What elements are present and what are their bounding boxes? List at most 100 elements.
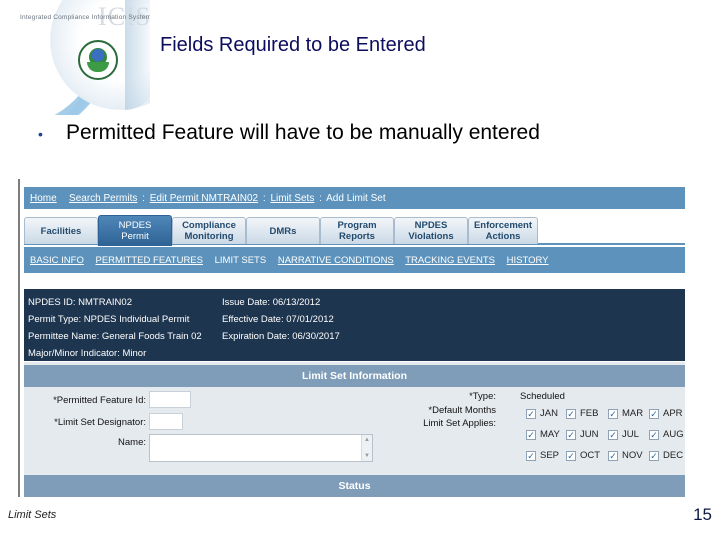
breadcrumb-limit-sets[interactable]: Limit Sets — [270, 193, 314, 204]
checkbox-checked-icon[interactable]: ✓ — [566, 429, 576, 440]
tab-facilities[interactable]: Facilities — [24, 217, 98, 244]
month-checkbox-apr[interactable]: ✓ APR — [649, 408, 683, 419]
month-checkbox-dec[interactable]: ✓ DEC — [649, 450, 683, 461]
permit-type: Permit Type: NPDES Individual Permit — [28, 314, 190, 325]
permit-subnav: BASIC INFO PERMITTED FEATURES LIMIT SETS… — [24, 247, 685, 273]
month-label: JUL — [622, 429, 639, 440]
checkbox-checked-icon[interactable]: ✓ — [649, 429, 659, 440]
limit-set-designator-input[interactable] — [149, 413, 183, 430]
scroll-up-icon[interactable]: ▲ — [362, 437, 372, 443]
bullet-icon: • — [38, 126, 43, 142]
month-checkbox-may[interactable]: ✓ MAY — [526, 429, 560, 440]
tab-dmrs[interactable]: DMRs — [246, 217, 320, 244]
month-checkbox-aug[interactable]: ✓ AUG — [649, 429, 684, 440]
page-number: 15 — [693, 505, 712, 524]
month-label: MAR — [622, 408, 644, 419]
tab-label: Enforcement Actions — [473, 220, 533, 242]
month-label: OCT — [580, 450, 601, 461]
tab-enforcement-actions[interactable]: Enforcement Actions — [468, 217, 538, 244]
default-months-label-2: Limit Set Applies: — [423, 418, 496, 429]
epa-seal-icon — [78, 40, 118, 80]
month-label: APR — [663, 408, 683, 419]
slide-title: Fields Required to be Entered — [160, 34, 426, 56]
checkbox-checked-icon[interactable]: ✓ — [526, 450, 536, 461]
breadcrumb-separator: : — [142, 193, 145, 204]
month-label: FEB — [580, 408, 599, 419]
bullet-point: • Permitted Feature will have to be manu… — [38, 121, 540, 145]
checkbox-checked-icon[interactable]: ✓ — [608, 450, 618, 461]
breadcrumb-separator: : — [319, 193, 322, 204]
status-header: Status — [24, 475, 685, 497]
permit-info-panel: NPDES ID: NMTRAIN02 Permit Type: NPDES I… — [24, 289, 685, 361]
breadcrumb-current: Add Limit Set — [326, 193, 386, 204]
icis-system-name: Integrated Compliance Information System — [20, 14, 150, 21]
main-tabs: Facilities NPDES Permit Compliance Monit… — [24, 215, 685, 246]
npdes-id: NPDES ID: NMTRAIN02 — [28, 297, 132, 308]
subnav-basic-info[interactable]: BASIC INFO — [30, 255, 84, 266]
name-label: Name: — [118, 437, 146, 448]
tab-label: Program Reports — [337, 220, 377, 242]
type-value: Scheduled — [520, 391, 565, 402]
type-label: *Type: — [469, 391, 496, 402]
checkbox-checked-icon[interactable]: ✓ — [566, 408, 576, 419]
month-label: MAY — [540, 429, 560, 440]
subnav-narrative-conditions[interactable]: NARRATIVE CONDITIONS — [278, 255, 394, 266]
checkbox-checked-icon[interactable]: ✓ — [608, 429, 618, 440]
subnav-tracking-events[interactable]: TRACKING EVENTS — [405, 255, 495, 266]
subnav-limit-sets[interactable]: LIMIT SETS — [215, 255, 267, 266]
effective-date: Effective Date: 07/01/2012 — [222, 314, 334, 325]
limit-set-designator-label: *Limit Set Designator: — [54, 417, 146, 428]
checkbox-checked-icon[interactable]: ✓ — [566, 450, 576, 461]
limit-set-form: Limit Set Information *Permitted Feature… — [24, 362, 685, 497]
month-checkbox-jun[interactable]: ✓ JUN — [566, 429, 598, 440]
subnav-history[interactable]: HISTORY — [507, 255, 549, 266]
icis-screenshot: Home Search Permits : Edit Permit NMTRAI… — [18, 179, 685, 497]
month-checkbox-mar[interactable]: ✓ MAR — [608, 408, 643, 419]
issue-date: Issue Date: 06/13/2012 — [222, 297, 321, 308]
tab-label: Compliance Monitoring — [182, 220, 236, 242]
checkbox-checked-icon[interactable]: ✓ — [526, 408, 536, 419]
permitted-feature-input[interactable] — [149, 391, 191, 408]
month-checkbox-sep[interactable]: ✓ SEP — [526, 450, 559, 461]
expiration-date: Expiration Date: 06/30/2017 — [222, 331, 340, 342]
month-label: NOV — [622, 450, 643, 461]
tab-npdes-violations[interactable]: NPDES Violations — [394, 217, 468, 244]
permittee-name: Permittee Name: General Foods Train 02 — [28, 331, 202, 342]
major-minor-indicator: Major/Minor Indicator: Minor — [28, 348, 147, 359]
month-label: DEC — [663, 450, 684, 461]
bullet-text: Permitted Feature will have to be manual… — [66, 121, 540, 144]
limit-set-info-header: Limit Set Information — [24, 365, 685, 387]
checkbox-checked-icon[interactable]: ✓ — [649, 450, 659, 461]
epa-leaf-icon — [87, 62, 109, 72]
textarea-scrollbar[interactable]: ▲ ▼ — [361, 435, 372, 461]
month-checkbox-jul[interactable]: ✓ JUL — [608, 429, 639, 440]
breadcrumb: Home Search Permits : Edit Permit NMTRAI… — [24, 187, 685, 209]
checkbox-checked-icon[interactable]: ✓ — [526, 429, 536, 440]
scroll-down-icon[interactable]: ▼ — [362, 453, 372, 459]
month-checkbox-jan[interactable]: ✓ JAN — [526, 408, 558, 419]
month-checkbox-feb[interactable]: ✓ FEB — [566, 408, 598, 419]
tab-compliance-monitoring[interactable]: Compliance Monitoring — [172, 217, 246, 244]
month-label: JUN — [580, 429, 599, 440]
tab-npdes-permit[interactable]: NPDES Permit — [98, 215, 172, 246]
tab-label: NPDES Permit — [118, 220, 152, 242]
permitted-feature-label: *Permitted Feature Id: — [53, 395, 146, 406]
breadcrumb-home[interactable]: Home — [30, 193, 57, 204]
tab-program-reports[interactable]: Program Reports — [320, 217, 394, 244]
checkbox-checked-icon[interactable]: ✓ — [649, 408, 659, 419]
subnav-permitted-features[interactable]: PERMITTED FEATURES — [95, 255, 203, 266]
breadcrumb-edit-permit[interactable]: Edit Permit NMTRAIN02 — [150, 193, 258, 204]
month-checkbox-nov[interactable]: ✓ NOV — [608, 450, 643, 461]
breadcrumb-search-permits[interactable]: Search Permits — [69, 193, 137, 204]
tab-label: NPDES Violations — [408, 220, 454, 242]
checkbox-checked-icon[interactable]: ✓ — [608, 408, 618, 419]
name-textarea[interactable]: ▲ ▼ — [149, 434, 373, 462]
header-logo-area: ICIS Integrated Compliance Information S… — [0, 0, 150, 115]
breadcrumb-separator: : — [262, 193, 266, 204]
default-months-label: *Default Months — [428, 405, 496, 416]
month-label: SEP — [540, 450, 560, 461]
footer-section-label: Limit Sets — [8, 509, 57, 521]
month-label: AUG — [663, 429, 684, 440]
month-label: JAN — [540, 408, 558, 419]
month-checkbox-oct[interactable]: ✓ OCT — [566, 450, 600, 461]
